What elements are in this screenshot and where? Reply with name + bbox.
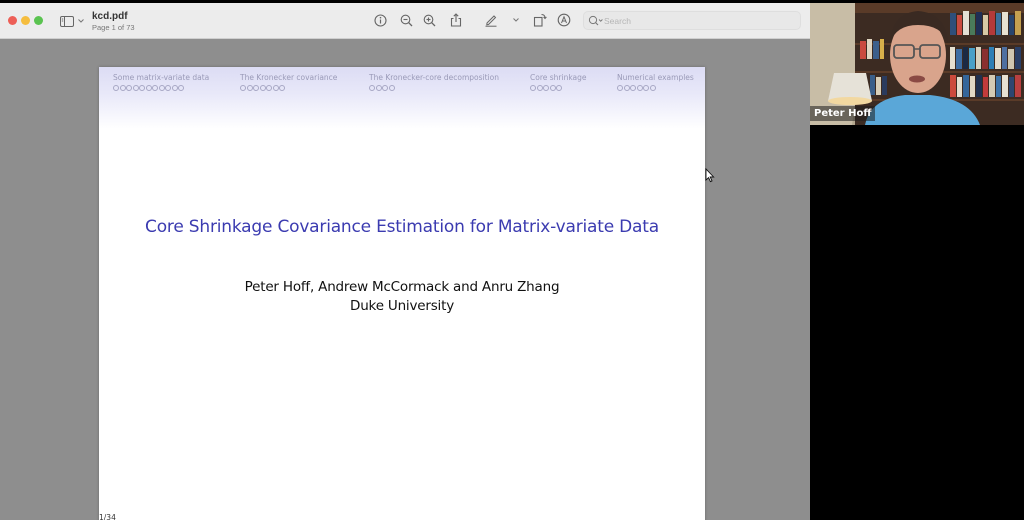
annotate-icon (557, 13, 571, 27)
document-name: kcd.pdf (92, 11, 128, 22)
zoom-out-button[interactable] (398, 12, 414, 28)
close-window-button[interactable] (8, 16, 17, 25)
pdf-viewer-window: kcd.pdf Page 1 of 73 Search Some matrix-… (0, 3, 810, 520)
slide-affiliation: Duke University (350, 298, 454, 314)
info-button[interactable] (372, 12, 388, 28)
title-bar: kcd.pdf Page 1 of 73 (0, 3, 810, 39)
slide-title: Core Shrinkage Covariance Estimation for… (145, 217, 659, 237)
participant-video-tile[interactable]: Peter Hoff (810, 3, 1024, 125)
nav-frame-dot[interactable] (623, 85, 630, 91)
nav-frame-dot[interactable] (630, 85, 636, 91)
nav-frame-dot[interactable] (139, 85, 145, 91)
nav-frame-dot[interactable] (152, 85, 158, 91)
nav-dots (240, 85, 337, 91)
participant-name-label: Peter Hoff (810, 106, 876, 121)
info-icon (373, 13, 387, 27)
rotate-button[interactable] (532, 12, 548, 28)
nav-frame-dot[interactable] (279, 85, 285, 91)
nav-frame-dot[interactable] (259, 85, 266, 91)
nav-frame-dot[interactable] (543, 85, 549, 91)
chevron-down-icon (513, 18, 519, 22)
nav-frame-dot[interactable] (643, 85, 649, 91)
slide-number: 1/34 (99, 513, 116, 520)
chevron-down-icon (78, 19, 84, 23)
nav-dots (113, 85, 209, 91)
sidebar-toggle-button[interactable] (60, 13, 86, 29)
nav-frame-dot[interactable] (382, 85, 388, 91)
nav-frame-dot[interactable] (246, 85, 253, 91)
nav-frame-dot[interactable] (119, 85, 126, 91)
nav-section-label: Core shrinkage (530, 73, 587, 82)
nav-frame-dot[interactable] (388, 85, 395, 91)
nav-dots (369, 85, 499, 91)
nav-frame-dot[interactable] (253, 85, 259, 91)
maximize-window-button[interactable] (34, 16, 43, 25)
slide-authors: Peter Hoff, Andrew McCormack and Anru Zh… (244, 279, 560, 295)
zoom-in-icon (423, 14, 435, 26)
nav-frame-dot[interactable] (178, 85, 184, 91)
nav-frame-dot[interactable] (649, 85, 656, 91)
page-info: Page 1 of 73 (92, 23, 135, 32)
search-input[interactable] (604, 14, 794, 28)
rotate-icon (533, 14, 547, 27)
nav-section-matrix-variate-data[interactable]: Some matrix-variate data (113, 73, 209, 91)
markup-menu-button[interactable] (508, 12, 524, 28)
markup-button[interactable] (483, 12, 499, 28)
nav-section-core-shrinkage[interactable]: Core shrinkage (530, 73, 587, 91)
nav-frame-dot[interactable] (240, 85, 246, 91)
search-field[interactable] (583, 11, 801, 30)
nav-frame-dot[interactable] (369, 85, 375, 91)
nav-section-numerical-examples[interactable]: Numerical examples (617, 73, 694, 91)
minimize-window-button[interactable] (21, 16, 30, 25)
pdf-page: Some matrix-variate data The Kronecker c… (99, 67, 705, 520)
share-icon (450, 13, 462, 27)
nav-frame-dot[interactable] (549, 85, 556, 91)
nav-section-label: Numerical examples (617, 73, 694, 82)
nav-frame-dot[interactable] (266, 85, 272, 91)
share-button[interactable] (448, 12, 464, 28)
search-icon (588, 15, 603, 26)
annotate-button[interactable] (556, 12, 572, 28)
nav-frame-dot[interactable] (617, 85, 623, 91)
nav-frame-dot[interactable] (126, 85, 132, 91)
nav-frame-dot[interactable] (171, 85, 178, 91)
nav-frame-dot[interactable] (536, 85, 543, 91)
nav-frame-dot[interactable] (158, 85, 165, 91)
nav-frame-dot[interactable] (556, 85, 562, 91)
zoom-in-button[interactable] (421, 12, 437, 28)
nav-frame-dot[interactable] (530, 85, 536, 91)
nav-frame-dot[interactable] (375, 85, 382, 91)
nav-frame-dot[interactable] (636, 85, 643, 91)
nav-section-kronecker-covariance[interactable]: The Kronecker covariance (240, 73, 337, 91)
slide-navigation-header: Some matrix-variate data The Kronecker c… (99, 67, 705, 129)
nav-section-label: The Kronecker covariance (240, 73, 338, 82)
mouse-cursor-icon (705, 168, 715, 183)
zoom-out-icon (400, 14, 412, 26)
nav-section-label: The Kronecker-core decomposition (369, 73, 499, 82)
nav-frame-dot[interactable] (145, 85, 152, 91)
nav-section-label: Some matrix-variate data (113, 73, 210, 82)
nav-frame-dot[interactable] (165, 85, 171, 91)
nav-frame-dot[interactable] (132, 85, 139, 91)
nav-frame-dot[interactable] (113, 85, 119, 91)
markup-pen-icon (485, 15, 497, 27)
nav-dots (617, 85, 694, 91)
sidebar-icon (60, 15, 74, 27)
nav-frame-dot[interactable] (272, 85, 279, 91)
nav-dots (530, 85, 587, 91)
nav-section-kronecker-core-decomposition[interactable]: The Kronecker-core decomposition (369, 73, 499, 91)
video-call-panel: Peter Hoff (810, 3, 1024, 520)
